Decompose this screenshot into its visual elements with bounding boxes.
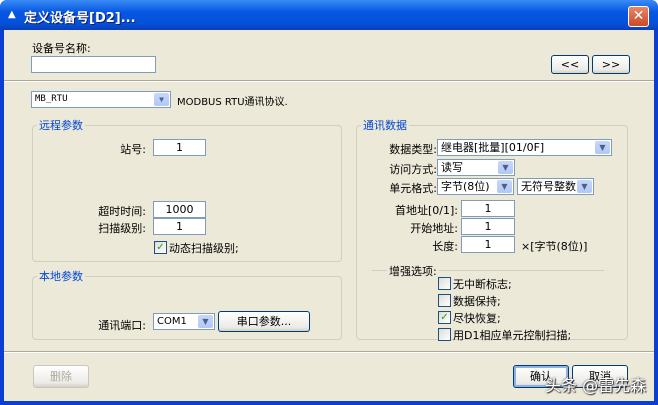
delete-button[interactable]: 删除 bbox=[33, 365, 89, 388]
divider bbox=[4, 351, 654, 353]
enhanced-option-label: 数据保持; bbox=[453, 295, 501, 308]
format-value: 字节(8位) bbox=[441, 180, 490, 193]
enhanced-option-checkbox[interactable] bbox=[438, 277, 451, 290]
start-addr-label: 开始地址: bbox=[410, 222, 458, 235]
comm-data-legend: 通讯数据 bbox=[361, 117, 409, 133]
enhanced-option-label: 尽快恢复; bbox=[453, 312, 501, 325]
device-name-input[interactable] bbox=[31, 56, 156, 73]
data-type-label: 数据类型: bbox=[389, 143, 437, 156]
data-type-select[interactable]: 继电器[批量][01/0F] ▼ bbox=[437, 139, 612, 156]
chevron-down-icon[interactable]: ▼ bbox=[154, 93, 169, 106]
remote-params-legend: 远程参数 bbox=[37, 117, 85, 133]
scan-level-input[interactable]: 1 bbox=[153, 218, 206, 235]
sign-value: 无符号整数 bbox=[521, 180, 576, 193]
chevron-down-icon[interactable]: ▼ bbox=[497, 180, 512, 193]
serial-params-button[interactable]: 串口参数... bbox=[218, 311, 310, 332]
length-label: 长度: bbox=[432, 240, 458, 253]
format-label: 单元格式: bbox=[389, 182, 437, 195]
first-addr-label: 首地址[0/1]: bbox=[395, 204, 458, 217]
local-params-legend: 本地参数 bbox=[37, 268, 85, 284]
length-unit: ×[字节(8位)] bbox=[521, 240, 588, 253]
port-select[interactable]: COM1 ▼ bbox=[153, 313, 215, 330]
protocol-value: MB_RTU bbox=[35, 94, 68, 104]
first-addr-input[interactable]: 1 bbox=[461, 200, 515, 217]
prev-button[interactable]: << bbox=[551, 55, 589, 74]
timeout-label: 超时时间: bbox=[98, 205, 146, 218]
chevron-down-icon[interactable]: ▼ bbox=[498, 161, 513, 174]
sign-select[interactable]: 无符号整数 ▼ bbox=[517, 178, 594, 195]
start-addr-input[interactable]: 1 bbox=[461, 218, 515, 235]
format-select[interactable]: 字节(8位) ▼ bbox=[437, 178, 514, 195]
enhanced-option-checkbox[interactable] bbox=[438, 294, 451, 307]
dialog-window: ▲ 定义设备号[D2]... ✕ 设备号名称: << >> MB_RTU ▼ MO… bbox=[0, 0, 658, 405]
enhanced-label: 增强选项: bbox=[387, 263, 439, 279]
station-input[interactable]: 1 bbox=[153, 139, 206, 156]
enhanced-option-label: 用D1相应单元控制扫描; bbox=[453, 329, 572, 342]
dynamic-scan-checkbox[interactable]: ✓ bbox=[154, 241, 167, 254]
protocol-description: MODBUS RTU通讯协议. bbox=[177, 97, 288, 108]
enhanced-option-checkbox[interactable]: ✓ bbox=[438, 311, 451, 324]
enhanced-option-checkbox[interactable] bbox=[438, 328, 451, 341]
chevron-down-icon[interactable]: ▼ bbox=[577, 180, 592, 193]
data-type-value: 继电器[批量][01/0F] bbox=[441, 141, 545, 154]
port-label: 通讯端口: bbox=[98, 319, 146, 332]
divider bbox=[4, 80, 654, 82]
dynamic-scan-label: 动态扫描级别; bbox=[169, 242, 239, 255]
timeout-input[interactable]: 1000 bbox=[153, 201, 206, 218]
access-select[interactable]: 读写 ▼ bbox=[437, 159, 515, 176]
title-bar[interactable]: ▲ 定义设备号[D2]... ✕ bbox=[0, 0, 658, 30]
window-title: 定义设备号[D2]... bbox=[24, 11, 136, 26]
station-label: 站号: bbox=[120, 143, 146, 156]
watermark: 头条 @雷先森 bbox=[545, 376, 647, 395]
app-icon: ▲ bbox=[8, 9, 16, 20]
protocol-select[interactable]: MB_RTU ▼ bbox=[31, 91, 171, 108]
access-value: 读写 bbox=[441, 161, 463, 174]
access-label: 访问方式: bbox=[389, 163, 437, 176]
chevron-down-icon[interactable]: ▼ bbox=[595, 141, 610, 154]
next-button[interactable]: >> bbox=[592, 55, 630, 74]
enhanced-option-label: 无中断标志; bbox=[453, 278, 512, 291]
scan-level-label: 扫描级别: bbox=[98, 222, 146, 235]
port-value: COM1 bbox=[157, 316, 187, 327]
chevron-down-icon[interactable]: ▼ bbox=[198, 315, 213, 328]
device-name-label: 设备号名称: bbox=[32, 42, 91, 55]
dialog-body: 设备号名称: << >> MB_RTU ▼ MODBUS RTU通讯协议. 远程参… bbox=[4, 30, 654, 401]
length-input[interactable]: 1 bbox=[461, 236, 515, 253]
close-button[interactable]: ✕ bbox=[628, 6, 649, 27]
